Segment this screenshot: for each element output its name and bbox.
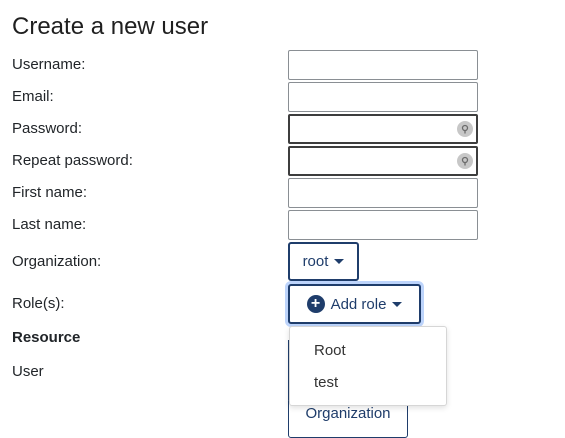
organization-dropdown[interactable]: root (288, 242, 359, 281)
page-title: Create a new user (12, 13, 209, 40)
add-role-button[interactable]: + Add role (288, 284, 421, 324)
organization-label: Organization: (12, 253, 102, 270)
caret-down-icon (392, 301, 403, 307)
last-name-input[interactable] (288, 210, 478, 240)
username-input[interactable] (288, 50, 478, 80)
username-label: Username: (12, 56, 86, 73)
first-name-label: First name: (12, 184, 88, 201)
roles-dropdown-menu: Root test (289, 326, 447, 406)
email-label: Email: (12, 88, 54, 105)
menu-item-test[interactable]: test (290, 367, 446, 399)
password-label: Password: (12, 120, 83, 137)
menu-item-root[interactable]: Root (290, 335, 446, 367)
plus-circle-icon: + (306, 295, 325, 313)
caret-down-icon (334, 259, 345, 264)
add-role-label: Add role (330, 295, 387, 313)
email-input[interactable] (288, 82, 478, 112)
key-icon[interactable] (457, 153, 473, 169)
repeat-password-input[interactable] (288, 146, 478, 176)
repeat-password-label: Repeat password: (12, 152, 133, 169)
resource-user-label: User (12, 363, 44, 380)
last-name-label: Last name: (12, 216, 87, 233)
resource-header: Resource (12, 329, 81, 346)
roles-label: Role(s): (12, 295, 65, 312)
organization-value: root (302, 253, 329, 270)
password-input[interactable] (288, 114, 478, 144)
first-name-input[interactable] (288, 178, 478, 208)
key-icon[interactable] (457, 121, 473, 137)
